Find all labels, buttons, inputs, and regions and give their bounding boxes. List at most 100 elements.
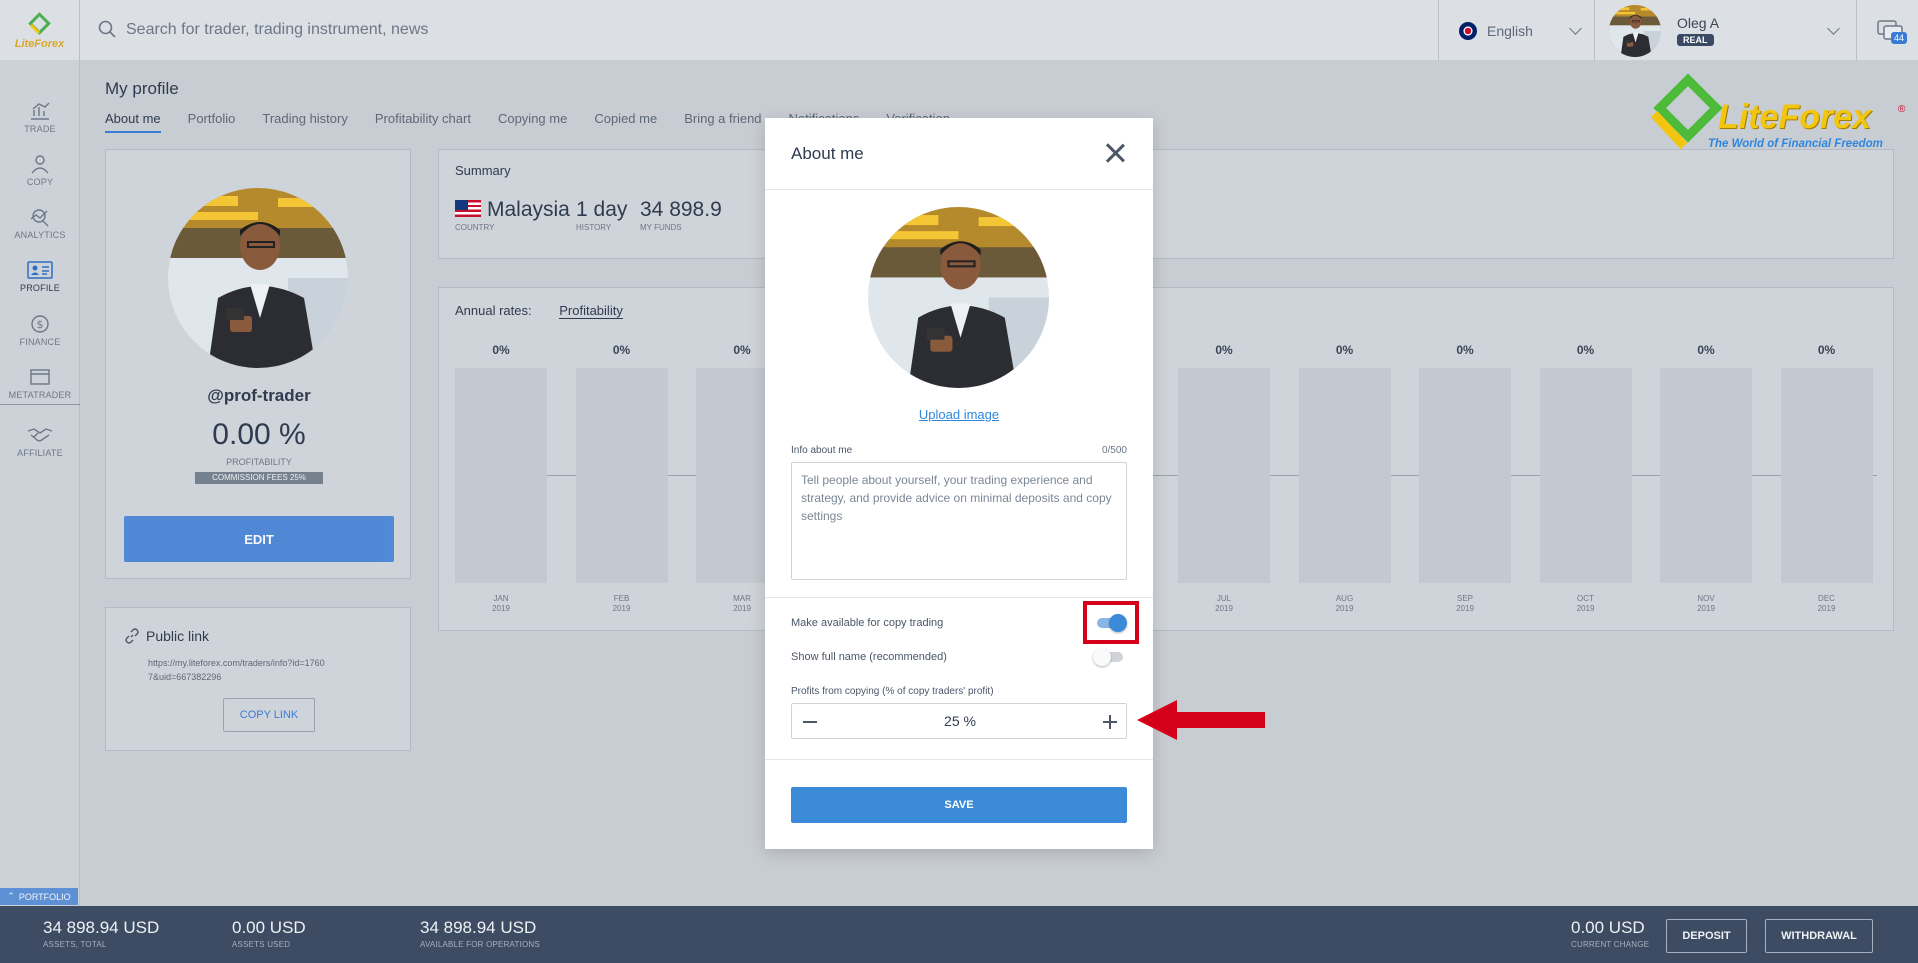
chart-metric-selector[interactable]: Profitability [559, 303, 623, 319]
sidebar-item-profile[interactable]: PROFILE [0, 250, 80, 302]
chart-bar [1419, 368, 1511, 583]
upload-image-link[interactable]: Upload image [765, 407, 1153, 422]
account-type-badge: REAL [1677, 34, 1714, 46]
chart-data-label: 0% [1697, 343, 1715, 357]
full-name-toggle[interactable] [1093, 648, 1127, 666]
window-icon [30, 369, 50, 385]
sidebar-item-finance[interactable]: $ FINANCE [0, 304, 80, 356]
funds-label: MY FUNDS [640, 223, 682, 232]
chart-tick-label: NOV 2019 [1660, 594, 1752, 614]
chart-bar [455, 368, 547, 583]
available-funds: 34 898.94 USD AVAILABLE FOR OPERATIONS [420, 918, 540, 949]
chart-tick-label: JUL 2019 [1178, 594, 1270, 614]
public-link-url[interactable]: https://my.liteforex.com/traders/info?id… [148, 656, 328, 684]
small-logo[interactable]: LiteForex [0, 0, 80, 61]
sidebar-item-metatrader[interactable]: METATRADER [0, 357, 80, 409]
withdrawal-button[interactable]: WITHDRAWAL [1765, 919, 1873, 953]
chart-bar [1178, 368, 1270, 583]
tab-bring-a-friend[interactable]: Bring a friend [684, 111, 761, 133]
tab-trading-history[interactable]: Trading history [262, 111, 348, 133]
chart-header: Annual rates: Profitability [455, 303, 623, 319]
copy-link-button[interactable]: COPY LINK [223, 698, 315, 732]
sidebar-item-label: COPY [26, 177, 54, 187]
close-icon[interactable] [1102, 140, 1128, 166]
chart-bar [575, 368, 668, 583]
assets-total-value: 34 898.94 USD [43, 918, 160, 937]
chart-data-label: 0% [492, 343, 510, 357]
info-char-count: 0/500 [1101, 445, 1127, 456]
tick-year: 2019 [612, 604, 631, 613]
tick-month: AUG [1335, 594, 1354, 603]
profits-label: Profits from copying (% of copy traders'… [791, 686, 994, 697]
tick-year: 2019 [1576, 604, 1595, 613]
liteforex-logo-icon [27, 12, 51, 35]
about-me-modal: About me Upload image Info about me 0/50… [765, 118, 1153, 849]
language-selector[interactable]: English [1438, 0, 1594, 61]
sidebar-item-copy[interactable]: COPY [0, 144, 80, 196]
sidebar-item-affiliate[interactable]: AFFILIATE [0, 415, 80, 467]
sidebar-item-label: TRADE [24, 124, 56, 134]
current-change-value: 0.00 USD [1571, 918, 1645, 937]
tick-year: 2019 [1215, 604, 1233, 613]
chevron-down-icon [1569, 22, 1582, 35]
public-link-title: Public link [146, 628, 210, 644]
tab-about-me[interactable]: About me [105, 111, 161, 133]
deposit-button[interactable]: DEPOSIT [1666, 919, 1747, 953]
tick-year: 2019 [492, 604, 510, 613]
assets-used-value: 0.00 USD [232, 918, 306, 937]
chevron-down-icon [1827, 22, 1840, 35]
user-menu[interactable]: Oleg A REAL [1594, 0, 1856, 61]
available-label: AVAILABLE FOR OPERATIONS [420, 940, 540, 949]
tick-month: DEC [1818, 594, 1835, 603]
avatar [1609, 5, 1661, 57]
tick-year: 2019 [1335, 604, 1354, 613]
analytics-icon [30, 209, 49, 227]
edit-button[interactable]: EDIT [124, 516, 394, 562]
tick-month: JUL [1216, 594, 1232, 603]
tab-profitability-chart[interactable]: Profitability chart [375, 111, 471, 133]
brand-tagline: The World of Financial Freedom [1708, 138, 1883, 150]
chat-button[interactable]: 44 [1856, 0, 1918, 61]
sidebar-item-label: FINANCE [19, 337, 61, 347]
profits-stepper: 25 % [791, 703, 1127, 739]
tab-copying-me[interactable]: Copying me [498, 111, 567, 133]
chart-tick-label: OCT 2019 [1540, 594, 1632, 614]
person-icon [31, 155, 49, 174]
save-button[interactable]: SAVE [791, 787, 1127, 823]
chart-bar [1298, 368, 1391, 583]
portfolio-tab[interactable]: ⌃ PORTFOLIO [0, 888, 78, 905]
minus-icon[interactable] [800, 712, 820, 732]
tab-portfolio[interactable]: Portfolio [188, 111, 236, 133]
bottom-bar: 34 898.94 USD ASSETS, TOTAL 0.00 USD ASS… [0, 906, 1918, 963]
handshake-icon [27, 428, 53, 442]
profits-value[interactable]: 25 % [832, 704, 1088, 738]
liteforex-brand-logo: LiteForex ® The World of Financial Freed… [1648, 70, 1910, 152]
history-label: HISTORY [576, 223, 612, 232]
search-input[interactable] [126, 14, 1376, 46]
sidebar-item-analytics[interactable]: ANALYTICS [0, 197, 80, 249]
tick-month: SEP [1456, 594, 1473, 603]
chart-data-label: 0% [1215, 343, 1233, 357]
chart-tick-label: JAN 2019 [455, 594, 547, 614]
dollar-icon: $ [31, 315, 49, 333]
tab-copied-me[interactable]: Copied me [594, 111, 657, 133]
chart-tick-label: AUG 2019 [1299, 594, 1391, 614]
info-about-me-field[interactable] [791, 462, 1127, 580]
chart-data-label: 0% [1456, 343, 1474, 357]
chart-data-label: 0% [1576, 343, 1595, 357]
id-card-icon [27, 261, 53, 279]
sidebar-item-trade[interactable]: TRADE [0, 91, 80, 143]
chart-bar [1539, 368, 1632, 583]
malaysia-flag-icon [455, 200, 481, 217]
tick-month: NOV [1697, 594, 1715, 603]
public-link-card: Public link https://my.liteforex.com/tra… [105, 607, 411, 751]
tick-month: FEB [613, 594, 630, 603]
chart-tick-label: FEB 2019 [576, 594, 668, 614]
toggle-knob [1093, 648, 1111, 666]
sidebar-item-label: PROFILE [20, 283, 60, 293]
user-name: Oleg A [1677, 15, 1720, 31]
chat-count-badge: 44 [1891, 32, 1908, 44]
plus-icon[interactable] [1100, 712, 1120, 732]
profile-avatar [168, 188, 348, 368]
chart-header-label: Annual rates: [455, 303, 532, 318]
